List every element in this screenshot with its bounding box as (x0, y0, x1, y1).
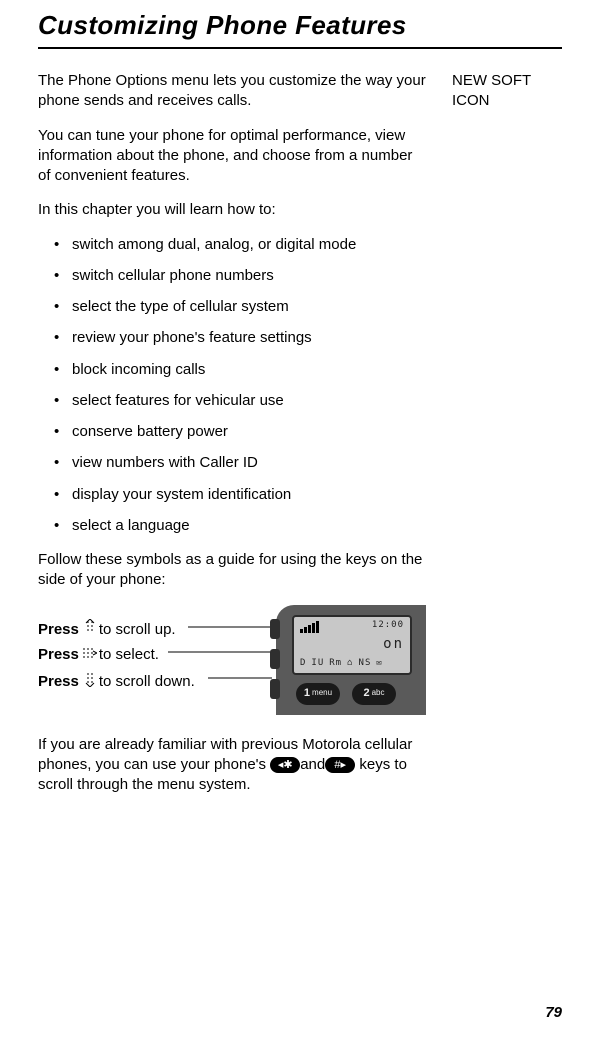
intro-para-2: You can tune your phone for optimal perf… (38, 126, 426, 187)
press-scroll-down-text: to scroll down. (99, 672, 195, 692)
side-column: NEW SOFT ICON (452, 71, 562, 809)
intro-para-3: In this chapter you will learn how to: (38, 200, 426, 220)
status-d: D (300, 657, 306, 669)
mail-icon: ✉ (376, 657, 382, 669)
list-item: view numbers with Caller ID (38, 453, 426, 473)
main-column: The Phone Options menu lets you customiz… (38, 71, 426, 809)
phone-side-buttons (270, 619, 280, 699)
key-1-sub: menu (312, 688, 332, 699)
status-rm: Rm (329, 657, 342, 669)
press-diagram: Press to scroll up. Press to select. Pre… (38, 605, 426, 725)
signal-bars-icon (300, 621, 319, 633)
list-item: select features for vehicular use (38, 391, 426, 411)
phone-key-1: 1 menu (296, 683, 340, 705)
list-item: switch among dual, analog, or digital mo… (38, 235, 426, 255)
follow-symbols-para: Follow these symbols as a guide for usin… (38, 550, 426, 591)
list-item: select a language (38, 516, 426, 536)
list-item: display your system identification (38, 485, 426, 505)
side-note: NEW SOFT ICON (452, 71, 562, 110)
title-rule (38, 47, 562, 49)
phone-screen: 12:00 on D IU Rm ⌂ NS ✉ (292, 615, 412, 675)
list-item: block incoming calls (38, 360, 426, 380)
select-icon (83, 645, 97, 665)
scroll-down-icon (83, 671, 97, 693)
screen-status-row: D IU Rm ⌂ NS ✉ (300, 657, 408, 669)
press-label: Press (38, 620, 79, 640)
press-scroll-up-text: to scroll up. (99, 620, 176, 640)
press-scroll-down-line: Press to scroll down. (38, 671, 195, 693)
home-icon: ⌂ (347, 657, 353, 669)
phone-keys: 1 menu 2 abc (296, 683, 396, 705)
list-item: review your phone's feature settings (38, 328, 426, 348)
screen-on-text: on (383, 635, 404, 654)
press-select-line: Press to select. (38, 645, 159, 665)
hash-key-icon: #▸ (325, 757, 355, 773)
phone-side-button-select (270, 649, 280, 669)
key-1-num: 1 (304, 686, 310, 701)
page-title: Customizing Phone Features (38, 10, 562, 41)
tail-para: If you are already familiar with previou… (38, 735, 426, 796)
key-2-num: 2 (363, 686, 369, 701)
page-number: 79 (545, 1004, 562, 1021)
phone-side-button-down (270, 679, 280, 699)
phone-key-2: 2 abc (352, 683, 396, 705)
press-scroll-up-line: Press to scroll up. (38, 619, 176, 641)
feature-list: switch among dual, analog, or digital mo… (38, 235, 426, 537)
key-2-sub: abc (372, 688, 385, 699)
press-label: Press (38, 672, 79, 692)
press-label: Press (38, 645, 79, 665)
intro-para-1: The Phone Options menu lets you customiz… (38, 71, 426, 112)
list-item: switch cellular phone numbers (38, 266, 426, 286)
tail-and: and (300, 756, 325, 773)
list-item: select the type of cellular system (38, 297, 426, 317)
list-item: conserve battery power (38, 422, 426, 442)
star-key-icon: ◂✱ (270, 757, 300, 773)
screen-time: 12:00 (372, 619, 404, 631)
press-select-text: to select. (99, 645, 159, 665)
scroll-up-icon (83, 619, 97, 641)
status-ns: NS (359, 657, 372, 669)
phone-side-button-up (270, 619, 280, 639)
phone-illustration: 12:00 on D IU Rm ⌂ NS ✉ 1 (256, 605, 426, 715)
status-iu: IU (311, 657, 324, 669)
